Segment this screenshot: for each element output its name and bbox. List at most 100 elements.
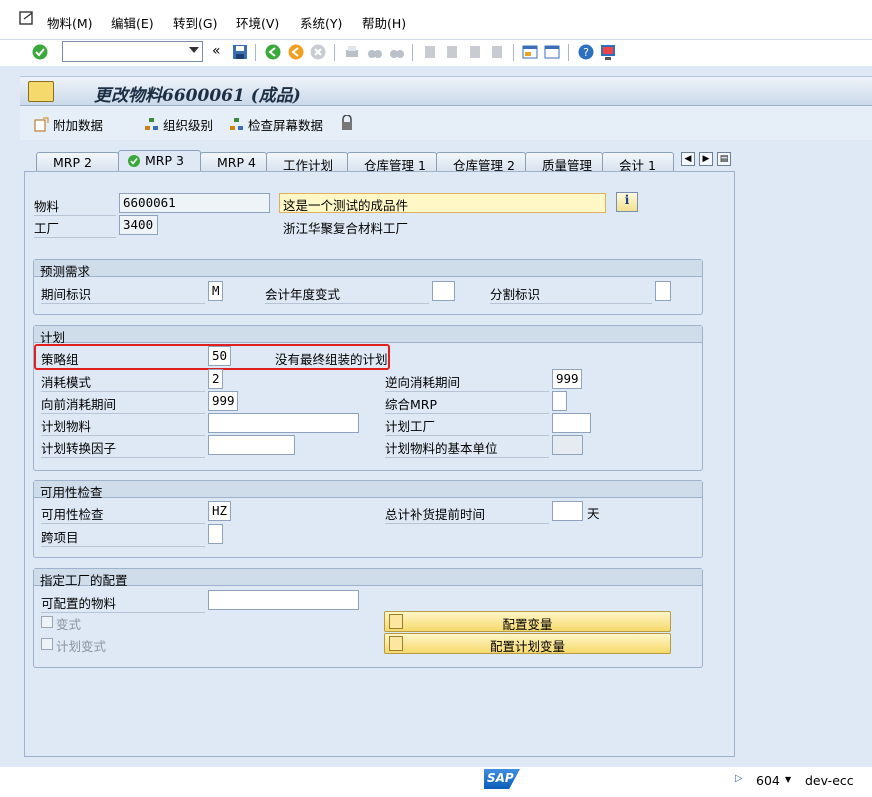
- print-icon[interactable]: [343, 43, 361, 61]
- tab-accounting-1[interactable]: 会计 1: [602, 152, 674, 173]
- tab-warehouse-1[interactable]: 仓库管理 1: [347, 152, 437, 173]
- lock-icon[interactable]: [340, 115, 354, 131]
- find-icon[interactable]: [366, 43, 384, 61]
- period-indicator-field[interactable]: M: [208, 281, 223, 301]
- config-variant-label: 配置变量: [502, 617, 553, 632]
- help-icon[interactable]: ?: [577, 43, 595, 61]
- menu-app-icon[interactable]: [18, 10, 36, 28]
- check-screen-label: 检查屏幕数据: [248, 118, 324, 133]
- tab-scroll-left-icon[interactable]: ◀: [681, 152, 695, 166]
- split-indicator-field[interactable]: [655, 281, 671, 301]
- availability-check-field[interactable]: HZ: [208, 501, 231, 521]
- config-plan-variant-button[interactable]: 配置计划变量: [384, 633, 671, 654]
- availability-group-title: 可用性检查: [34, 481, 702, 500]
- config-plan-variant-label: 配置计划变量: [489, 639, 565, 654]
- save-icon[interactable]: [231, 43, 249, 61]
- page-title: 更改物料6600061 (成品): [94, 86, 301, 106]
- menu-edit[interactable]: 编辑(E): [111, 13, 154, 32]
- cancel-icon[interactable]: [309, 43, 327, 61]
- shortcut-icon[interactable]: [543, 43, 561, 61]
- exit-icon[interactable]: [287, 43, 305, 61]
- forward-period-field[interactable]: 999: [208, 391, 238, 411]
- fiscal-variant-field[interactable]: [432, 281, 455, 301]
- planning-group-title: 计划: [34, 326, 702, 345]
- planning-material-field[interactable]: [208, 413, 359, 433]
- tab-quality[interactable]: 质量管理: [525, 152, 603, 173]
- tab-mrp2[interactable]: MRP 2: [36, 152, 119, 172]
- planning-plant-label: 计划工厂: [385, 416, 549, 436]
- separator: [334, 44, 335, 61]
- config-icon: [389, 614, 403, 629]
- new-session-icon[interactable]: [521, 43, 539, 61]
- separator: [513, 44, 514, 61]
- configurable-material-field[interactable]: [208, 590, 359, 610]
- check-screen-data-button[interactable]: 检查屏幕数据: [229, 115, 323, 134]
- find-next-icon[interactable]: [388, 43, 406, 61]
- consumption-mode-label: 消耗模式: [41, 372, 205, 392]
- base-unit-field: [552, 435, 583, 455]
- tab-mrp3[interactable]: MRP 3: [118, 150, 201, 172]
- menu-goto[interactable]: 转到(G): [173, 13, 217, 32]
- last-page-icon[interactable]: [488, 43, 506, 61]
- system-name: dev-ecc: [805, 773, 854, 788]
- mixed-mrp-label: 综合MRP: [385, 394, 549, 414]
- configurable-material-label: 可配置的物料: [41, 593, 205, 613]
- planning-material-label: 计划物料: [41, 416, 205, 436]
- plant-description: 浙江华聚复合材料工厂: [283, 221, 409, 236]
- org-levels-button[interactable]: 组织级别: [144, 115, 213, 134]
- total-lead-time-field[interactable]: [552, 501, 583, 521]
- plan-variant-checkbox[interactable]: [41, 638, 53, 650]
- org-levels-icon: [145, 118, 158, 130]
- period-indicator-label: 期间标识: [41, 284, 205, 304]
- plant-field: 3400: [119, 215, 158, 235]
- tab-list-icon[interactable]: ▤: [717, 152, 731, 166]
- cross-project-field[interactable]: [208, 524, 223, 544]
- tab-mrp4[interactable]: MRP 4: [200, 152, 267, 172]
- plant-label: 工厂: [34, 218, 116, 238]
- separator: [412, 44, 413, 61]
- info-button[interactable]: i: [616, 192, 638, 212]
- svg-text:?: ?: [583, 46, 589, 59]
- mixed-mrp-field[interactable]: [552, 391, 567, 411]
- variant-checkbox[interactable]: [41, 616, 53, 628]
- planning-plant-field[interactable]: [552, 413, 591, 433]
- config-icon: [389, 636, 403, 651]
- menu-environment[interactable]: 环境(V): [236, 13, 279, 32]
- backward-period-field[interactable]: 999: [552, 369, 582, 389]
- separator: [255, 44, 256, 61]
- tab-work-scheduling[interactable]: 工作计划: [266, 152, 348, 173]
- menu-material[interactable]: 物料(M): [47, 13, 93, 32]
- tab-warehouse-2[interactable]: 仓库管理 2: [436, 152, 526, 173]
- additional-data-button[interactable]: 附加数据: [34, 115, 103, 134]
- client-number: 604: [756, 773, 780, 788]
- conversion-factor-field[interactable]: [208, 435, 295, 455]
- customize-layout-icon[interactable]: [599, 43, 617, 61]
- material-label: 物料: [34, 196, 116, 216]
- collapse-icon[interactable]: «: [212, 43, 221, 59]
- back-icon[interactable]: [264, 43, 282, 61]
- forecast-group-title: 预测需求: [34, 260, 702, 279]
- highlight-box: [34, 344, 390, 370]
- fiscal-variant-label: 会计年度变式: [265, 284, 429, 304]
- menu-help[interactable]: 帮助(H): [362, 13, 406, 32]
- status-dropdown-icon[interactable]: ▼: [785, 775, 791, 784]
- tab-scroll-right-icon[interactable]: ▶: [699, 152, 713, 166]
- command-field[interactable]: [62, 41, 203, 62]
- consumption-mode-field[interactable]: 2: [208, 369, 223, 389]
- material-description-field[interactable]: 这是一个测试的成品件: [279, 193, 606, 213]
- separator: [568, 44, 569, 61]
- chevron-down-icon[interactable]: [189, 47, 199, 53]
- menu-system[interactable]: 系统(Y): [300, 13, 342, 32]
- total-lead-time-unit: 天: [587, 506, 600, 521]
- prev-page-icon[interactable]: [443, 43, 461, 61]
- config-variant-button[interactable]: 配置变量: [384, 611, 671, 632]
- split-indicator-label: 分割标识: [490, 284, 652, 304]
- checkmark-icon: [128, 155, 140, 167]
- additional-data-label: 附加数据: [53, 118, 104, 133]
- availability-check-label: 可用性检查: [41, 504, 205, 524]
- first-page-icon[interactable]: [421, 43, 439, 61]
- screen-title-bar: 更改物料6600061 (成品): [20, 76, 872, 106]
- next-page-icon[interactable]: [466, 43, 484, 61]
- enter-icon[interactable]: [31, 43, 49, 61]
- status-expand-icon[interactable]: ▷: [735, 773, 743, 784]
